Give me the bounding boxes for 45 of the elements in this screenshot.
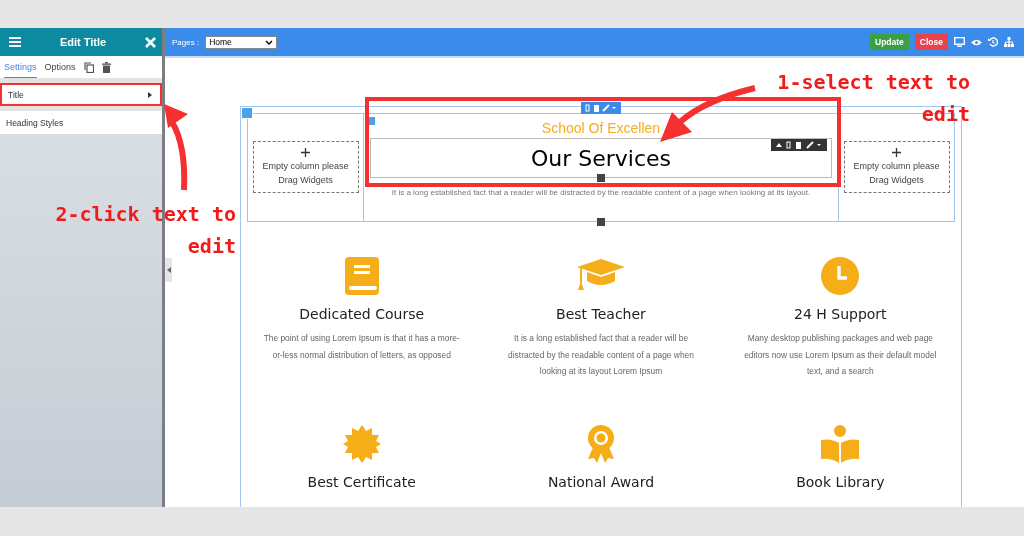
panel-tab[interactable]: Settings [4, 56, 37, 78]
heading-toolbar[interactable] [771, 139, 827, 151]
reading-person-icon [821, 424, 860, 464]
clock-icon [821, 256, 860, 296]
close-icon[interactable] [145, 36, 156, 48]
section-heading[interactable]: Our Services [530, 145, 672, 171]
seal-icon [342, 424, 381, 464]
intro-text: It is a long established fact that a reader will be distracted by the readable content of a page when looking at its layout. [391, 187, 811, 199]
section-handle-icon[interactable] [241, 107, 253, 119]
settings-item[interactable]: Heading Styles [0, 111, 162, 134]
desktop-icon[interactable] [954, 37, 965, 47]
feature-description: Many desktop publishing packages and web page editors now use Lorem Ipsum as their default model text, and a search [743, 332, 938, 378]
plus-icon[interactable] [892, 147, 901, 157]
element-toolbar[interactable] [581, 102, 621, 114]
caret-icon [148, 91, 152, 98]
collapse-handle[interactable] [165, 258, 172, 282]
chevron-icon [265, 39, 274, 45]
feature-description: The point of using Lorem Ipsum is that it has a more-or-less normal distribution of letters, as opposed [262, 332, 461, 362]
history-icon[interactable] [988, 37, 998, 47]
section-subtitle: School Of Excellen [541, 120, 661, 136]
plus-icon[interactable] [301, 147, 310, 157]
feature-title: Best Certificate [307, 474, 416, 490]
feature-description: It is a long established fact that a reader will be distracted by the readable content of a page when looking at its layout Lorem Ipsum [507, 332, 695, 378]
trash-icon[interactable] [101, 61, 111, 73]
feature-title: Best Teacher [556, 306, 646, 322]
panel-title: Edit Title [58, 36, 108, 48]
empty-column-text: Empty column please Drag Widgets [261, 159, 350, 187]
page-select[interactable]: Home [205, 35, 278, 49]
copy-icon[interactable] [83, 61, 94, 73]
annotation-text: 1-select text to edit [776, 69, 970, 128]
feature-title: Dedicated Course [299, 306, 425, 322]
settings-item[interactable]: Title [0, 83, 162, 106]
feature-title: 24 H Support [794, 306, 887, 322]
pages-label: Pages : [172, 37, 200, 47]
book-icon [344, 256, 379, 296]
column-handle-icon[interactable] [366, 116, 376, 126]
empty-column-text: Empty column please Drag Widgets [852, 159, 941, 187]
menu-icon[interactable] [9, 37, 21, 47]
feature-title: Book Library [796, 474, 885, 490]
award-ribbon-icon [586, 424, 616, 464]
close-button[interactable]: Close [914, 34, 948, 50]
feature-title: National Award [547, 474, 655, 490]
sitemap-icon[interactable] [1004, 37, 1014, 47]
panel-tab[interactable]: Options [44, 56, 76, 78]
eye-icon[interactable] [971, 38, 982, 46]
